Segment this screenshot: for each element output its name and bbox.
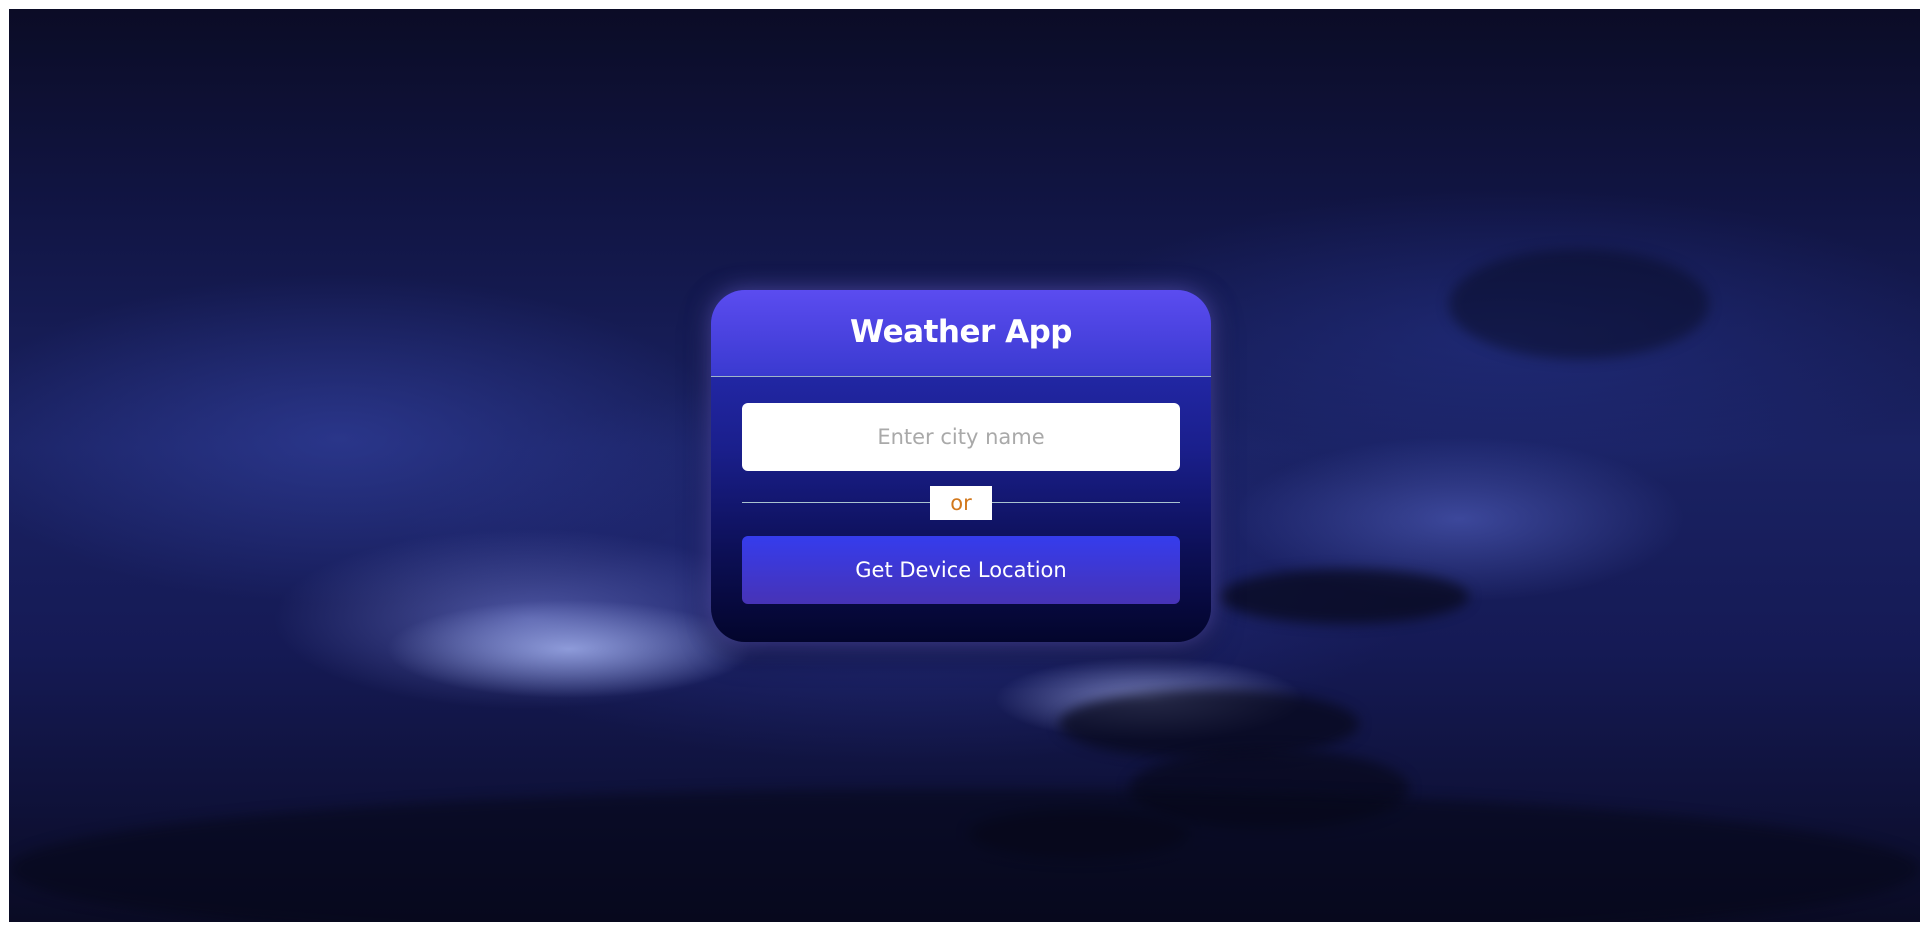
- city-search-input[interactable]: [742, 403, 1180, 471]
- dark-cloud: [1449, 249, 1709, 359]
- card-header: Weather App: [711, 290, 1211, 377]
- dark-cloud: [1059, 689, 1359, 759]
- dark-cloud: [9, 789, 1920, 922]
- weather-search-card: Weather App or Get Device Location: [711, 290, 1211, 642]
- get-device-location-button[interactable]: Get Device Location: [742, 536, 1180, 604]
- app-title: Weather App: [850, 314, 1072, 350]
- dark-cloud: [1219, 569, 1469, 624]
- or-separator: or: [930, 486, 992, 520]
